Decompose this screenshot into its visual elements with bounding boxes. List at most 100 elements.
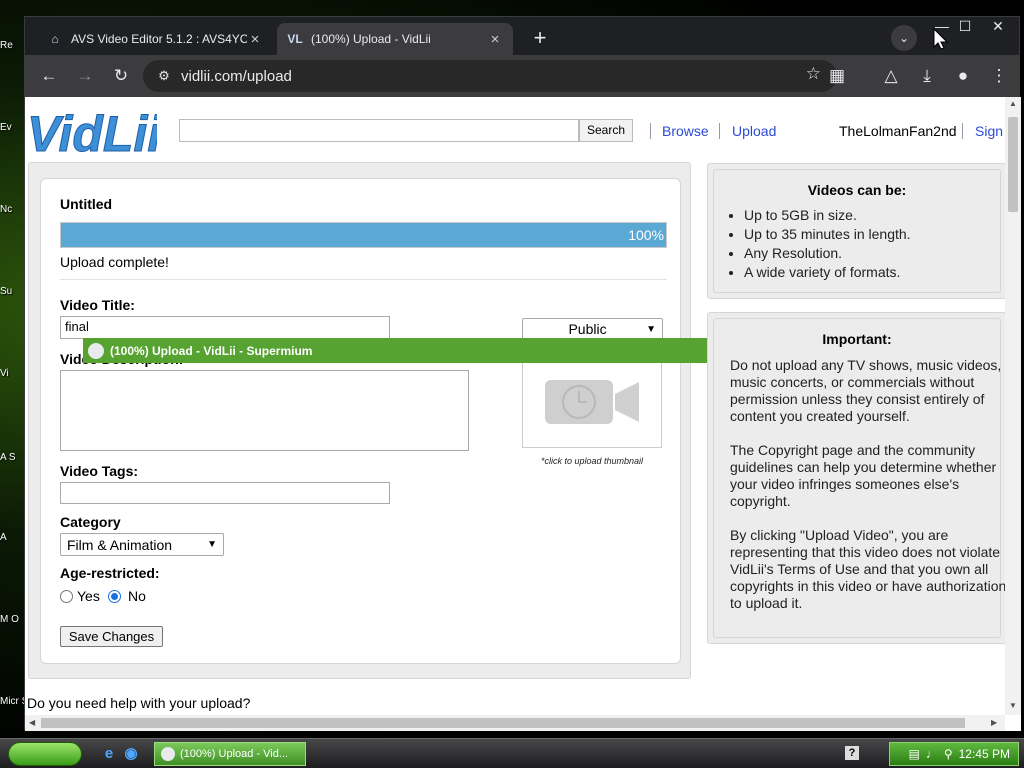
scroll-left-icon[interactable]: ◀ [29,718,35,727]
network-icon[interactable]: ▤ [908,747,919,761]
search-input[interactable] [179,119,579,142]
address-bar[interactable]: ⚙ vidlii.com/upload ☆ [143,60,837,92]
tab-search-chevron-icon[interactable]: ⌄ [891,25,917,51]
desktop-icon-label-7[interactable]: A [0,532,24,543]
desktop-icon-label-4[interactable]: Su [0,286,24,297]
username-link[interactable]: TheLolmanFan2nd [839,123,957,139]
videos-can-be-inner: Videos can be: Up to 5GB in size. Up to … [713,169,1001,293]
thumbnail-note: *click to upload thumbnail [540,456,644,466]
nav-divider [962,123,963,139]
scroll-down-icon[interactable]: ▼ [1009,701,1017,710]
extensions-puzzle-icon[interactable]: ▦ [825,64,849,88]
volume-icon[interactable]: ♩ [926,747,938,761]
desktop-icon-label-5[interactable]: Vi [0,368,24,379]
upload-form: Untitled 100% Upload complete! Video Tit… [40,178,681,664]
page-content: VidLii Search Browse Upload TheLolmanFan… [25,97,1021,731]
video-description-textarea[interactable] [60,370,469,451]
desktop-icon-label-8[interactable]: M O [0,614,24,625]
help-tray-icon[interactable]: ? [845,746,859,760]
scroll-up-icon[interactable]: ▲ [1009,99,1017,108]
taskbar-preview-tooltip[interactable]: (100%) Upload - VidLii - Supermium [83,338,707,363]
site-info-icon[interactable]: ⚙ [151,68,177,84]
menu-kebab-icon[interactable]: ⋮ [987,64,1011,88]
nav-browse-link[interactable]: Browse [662,123,709,139]
list-item: A wide variety of formats. [744,264,911,280]
chevron-down-icon: ▼ [207,539,217,550]
bookmark-star-icon[interactable]: ☆ [806,64,821,84]
start-button[interactable] [8,742,82,766]
privacy-select[interactable]: Public ▼ [522,318,663,340]
category-select[interactable]: Film & Animation ▼ [60,533,224,556]
tab-avs-video-editor[interactable]: ⌂ AVS Video Editor 5.1.2 : AVS4YOU × [37,23,273,55]
thumbnail-upload-box[interactable] [522,355,662,448]
close-icon[interactable]: × [247,31,263,48]
flask-icon[interactable]: △ [879,64,903,88]
close-icon[interactable]: × [487,31,503,48]
new-tab-button[interactable]: + [527,26,553,52]
upload-progress-bar: 100% [60,222,667,248]
desktop-icon-label-3[interactable]: Nc [0,204,24,215]
taskbar-item-vidlii[interactable]: (100%) Upload - Vid... [154,742,306,766]
video-tags-input[interactable] [60,482,390,504]
clock[interactable]: 12:45 PM [959,747,1010,761]
nav-divider [719,123,720,139]
horizontal-scrollbar[interactable]: ◀ ▶ [25,715,1005,731]
desktop-icon-label-1[interactable]: Re [0,40,24,51]
horizontal-scroll-thumb[interactable] [41,718,965,728]
nav-divider [650,123,651,139]
category-value: Film & Animation [67,536,173,553]
profile-icon[interactable]: ● [951,64,975,88]
tooltip-text: (100%) Upload - VidLii - Supermium [110,343,313,358]
tab-vidlii-upload[interactable]: VL (100%) Upload - VidLii × [277,23,513,55]
browser-icon [88,342,104,359]
desktop-icon-label-9[interactable]: Micr Stu [0,696,24,707]
nav-sign-link[interactable]: Sign [975,123,1003,139]
upload-help-text[interactable]: Do you need help with your upload? [27,695,250,711]
save-changes-button[interactable]: Save Changes [60,626,163,647]
video-title-label: Video Title: [60,297,135,313]
tab-title: (100%) Upload - VidLii [311,32,431,46]
video-title-input[interactable]: final [60,316,390,339]
system-tray: ▤ ♩ ⚲ 12:45 PM [889,742,1019,766]
vertical-scroll-thumb[interactable] [1008,117,1018,212]
svg-text:VidLii: VidLii [27,106,157,157]
browser-toolbar: ← → ↻ ⚙ vidlii.com/upload ☆ ▦ △ ⤓ ● ⋮ [25,55,1019,97]
age-yes-radio[interactable] [60,590,73,603]
age-no-label: No [128,588,146,604]
upload-panel: Untitled 100% Upload complete! Video Tit… [28,162,691,679]
browser-icon [161,747,175,761]
download-icon[interactable]: ⤓ [915,64,939,88]
desktop-icon-label-2[interactable]: Ev [0,122,24,133]
progress-fill [61,223,666,247]
chevron-down-icon: ▼ [646,323,656,335]
nav-upload-link[interactable]: Upload [732,123,776,139]
vertical-scrollbar[interactable]: ▲ ▼ [1005,97,1021,715]
address-url[interactable]: vidlii.com/upload [181,68,292,85]
bank-icon: ⌂ [51,32,59,46]
maximize-button[interactable]: ☐ [950,17,980,37]
age-no-radio[interactable] [108,590,121,603]
search-icon[interactable]: ⚲ [944,747,953,761]
taskbar-item-label: (100%) Upload - Vid... [180,748,289,760]
reload-icon[interactable]: ↻ [109,64,133,88]
progress-label: 100% [628,227,664,243]
videos-can-be-heading: Videos can be: [807,182,907,198]
important-paragraph: By clicking "Upload Video", you are repr… [730,527,1007,611]
close-window-button[interactable]: ✕ [983,17,1013,37]
forward-arrow-icon[interactable]: → [73,64,97,88]
desktop-icon-label-6[interactable]: A S [0,452,24,463]
back-arrow-icon[interactable]: ← [37,64,61,88]
important-paragraph: The Copyright page and the community gui… [730,442,997,509]
scroll-right-icon[interactable]: ▶ [991,718,997,727]
age-restricted-label: Age-restricted: [60,565,160,581]
list-item: Any Resolution. [744,245,911,261]
category-label: Category [60,514,121,530]
internet-explorer-icon[interactable]: e [100,745,118,763]
videos-can-be-list: Up to 5GB in size. Up to 35 minutes in l… [744,207,911,283]
mouse-cursor-icon [933,28,949,50]
list-item: Up to 5GB in size. [744,207,911,223]
search-button[interactable]: Search [579,119,633,142]
vidlii-logo[interactable]: VidLii [27,101,157,158]
browser-quicklaunch-icon[interactable]: ◉ [122,745,140,763]
important-box: Important: Do not upload any TV shows, m… [707,312,1007,644]
